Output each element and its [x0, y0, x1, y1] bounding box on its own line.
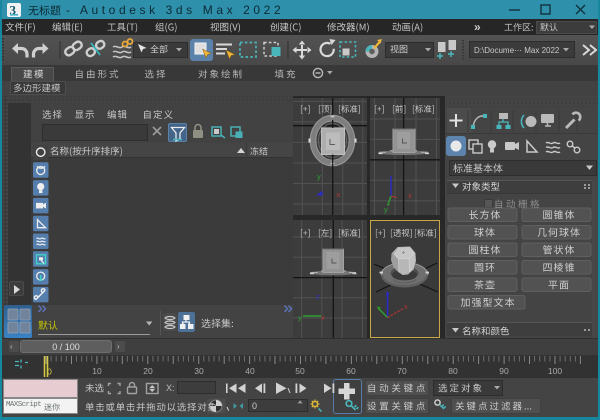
- svg-text:80: 80: [448, 366, 458, 376]
- svg-text:40: 40: [245, 366, 255, 376]
- svg-text:90: 90: [499, 366, 509, 376]
- svg-text:y: y: [298, 313, 302, 322]
- svg-text:x: x: [337, 190, 341, 199]
- svg-text:70: 70: [397, 366, 407, 376]
- svg-text:20: 20: [143, 366, 153, 376]
- svg-text:z: z: [316, 292, 320, 301]
- svg-text:y: y: [317, 172, 321, 181]
- svg-text:0: 0: [47, 367, 52, 377]
- svg-text:100: 100: [548, 366, 562, 376]
- svg-text:60: 60: [346, 366, 356, 376]
- svg-text:10: 10: [92, 366, 102, 376]
- svg-text:50: 50: [295, 366, 305, 376]
- svg-text:y: y: [384, 205, 388, 214]
- svg-text:x: x: [408, 191, 412, 200]
- svg-text:30: 30: [194, 366, 204, 376]
- svg-text:x: x: [321, 313, 325, 322]
- svg-text:x: x: [404, 302, 408, 311]
